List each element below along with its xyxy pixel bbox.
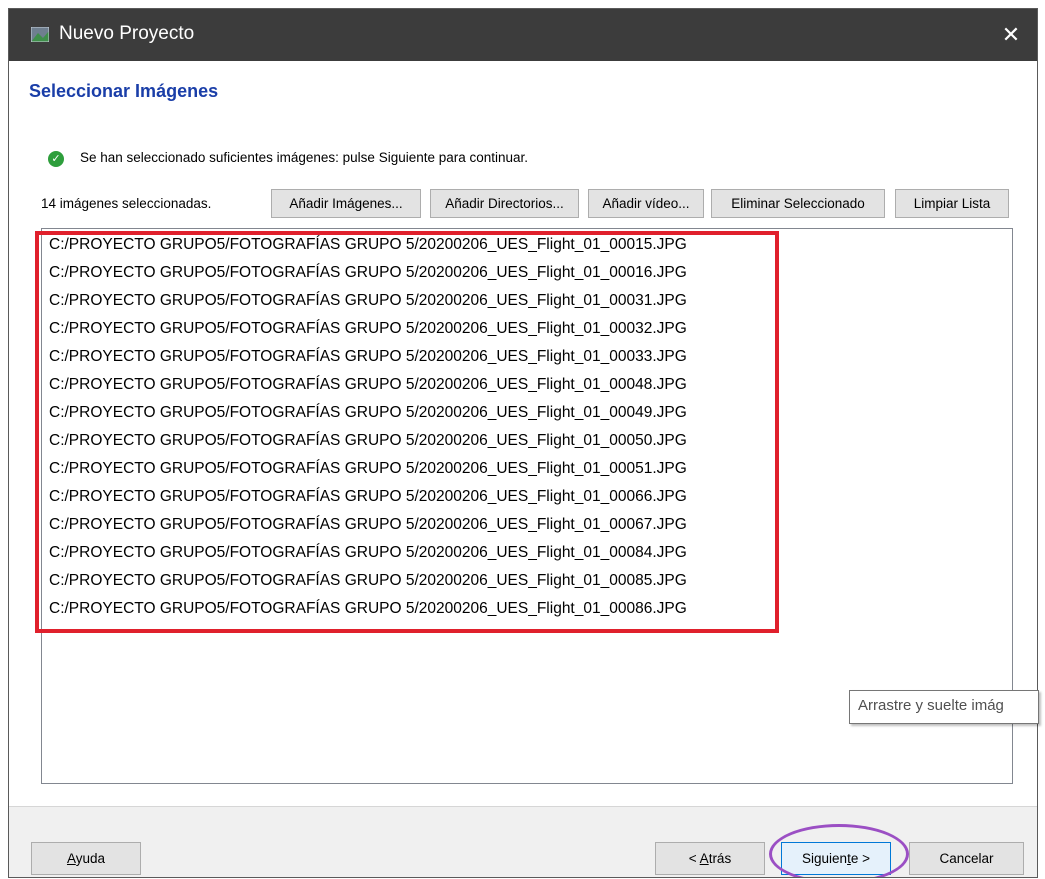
drag-drop-tooltip: Arrastre y suelte imág: [849, 690, 1039, 724]
help-button[interactable]: Ayuda: [31, 842, 141, 875]
cancel-button-label: Cancelar: [939, 851, 994, 866]
back-button[interactable]: < Atrás: [655, 842, 765, 875]
help-button-label: Ayuda: [66, 851, 106, 866]
close-icon[interactable]: ✕: [985, 9, 1037, 61]
clear-list-button[interactable]: Limpiar Lista: [895, 189, 1009, 218]
title-bar[interactable]: Nuevo Proyecto ✕: [9, 9, 1037, 61]
add-images-button[interactable]: Añadir Imágenes...: [271, 189, 421, 218]
highlight-circle: [769, 824, 909, 877]
add-video-button[interactable]: Añadir vídeo...: [588, 189, 704, 218]
highlight-box: [35, 231, 779, 633]
status-message: Se han seleccionado suficientes imágenes…: [80, 150, 529, 165]
selected-count: 14 imágenes seleccionadas.: [41, 196, 212, 211]
page-title: Seleccionar Imágenes: [29, 81, 219, 101]
back-button-label: < Atrás: [688, 851, 732, 866]
check-circle-icon: ✓: [48, 151, 64, 167]
cancel-button[interactable]: Cancelar: [909, 842, 1024, 875]
app-icon: [31, 27, 49, 42]
add-directories-button[interactable]: Añadir Directorios...: [430, 189, 579, 218]
window-title: Nuevo Proyecto: [59, 23, 195, 44]
remove-selected-button[interactable]: Eliminar Seleccionado: [711, 189, 885, 218]
new-project-dialog: Nuevo Proyecto ✕ Seleccionar Imágenes ✓ …: [8, 8, 1038, 878]
